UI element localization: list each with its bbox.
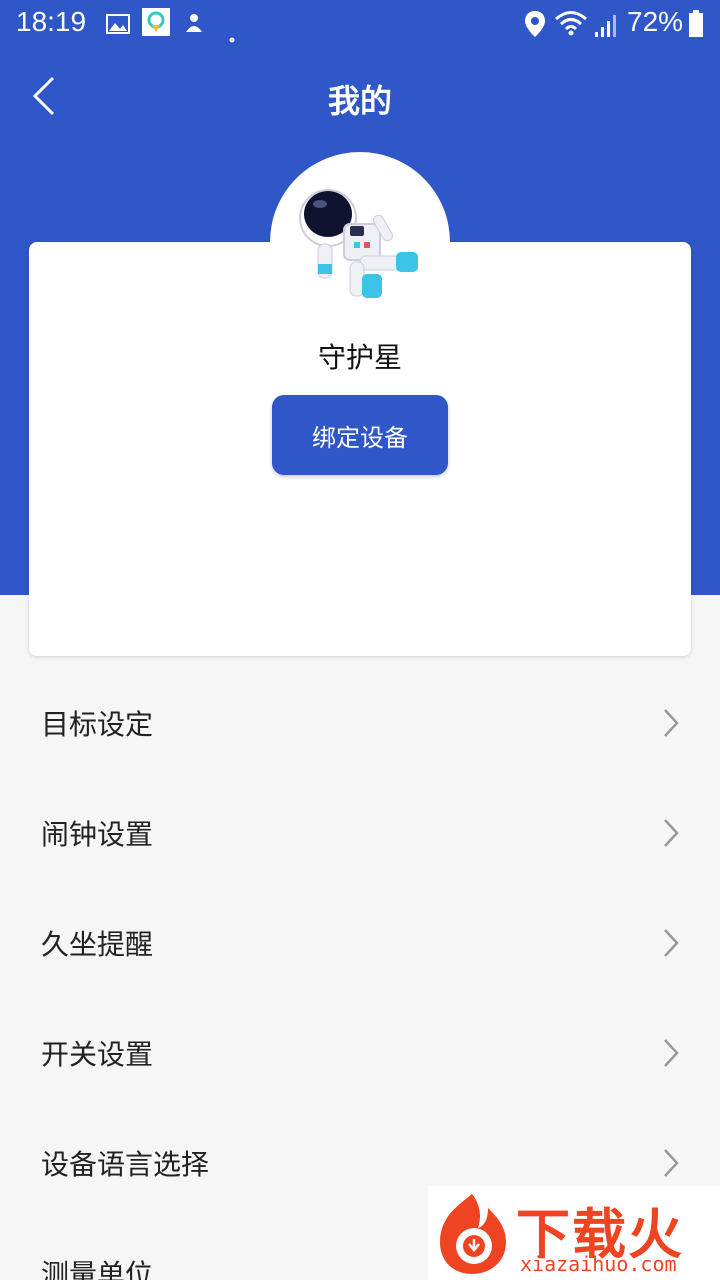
watermark-logo: 下载火 xiazaihuo.com [428, 1186, 720, 1280]
menu-item-label: 目标设定 [41, 708, 154, 741]
menu-item-label: 久坐提醒 [41, 928, 154, 961]
app-icon [142, 8, 170, 43]
status-bar: 18:19 72% [0, 0, 720, 48]
battery-percent: 72% [627, 6, 684, 37]
chevron-right-icon [662, 928, 680, 962]
location-icon [524, 10, 546, 45]
menu-item-label: 测量单位 [41, 1258, 154, 1280]
bind-device-button[interactable]: 绑定设备 [272, 395, 448, 475]
battery-icon [688, 10, 704, 45]
chevron-right-icon [662, 1038, 680, 1072]
menu-item-switch-settings[interactable]: 开关设置 [0, 998, 720, 1108]
notification-icon [182, 10, 206, 43]
menu-item-alarm-settings[interactable]: 闹钟设置 [0, 778, 720, 888]
image-icon [106, 10, 130, 43]
dot-icon [228, 18, 236, 51]
chevron-right-icon [662, 708, 680, 742]
menu-item-label: 开关设置 [41, 1038, 154, 1071]
chevron-right-icon [662, 818, 680, 852]
page-title: 我的 [327, 82, 392, 120]
username: 守护星 [317, 341, 402, 374]
avatar[interactable] [270, 152, 450, 332]
status-time: 18:19 [16, 6, 87, 37]
signal-icon [594, 12, 618, 45]
flame-logo-icon [440, 1194, 506, 1274]
wifi-icon [554, 10, 588, 43]
chevron-right-icon [662, 1148, 680, 1182]
menu-item-goal-setting[interactable]: 目标设定 [0, 668, 720, 778]
menu-item-label: 闹钟设置 [41, 818, 154, 851]
menu-item-sedentary-reminder[interactable]: 久坐提醒 [0, 888, 720, 998]
astronaut-icon [299, 189, 418, 298]
watermark-url: xiazaihuo.com [520, 1252, 677, 1276]
menu-item-label: 设备语言选择 [41, 1148, 210, 1181]
